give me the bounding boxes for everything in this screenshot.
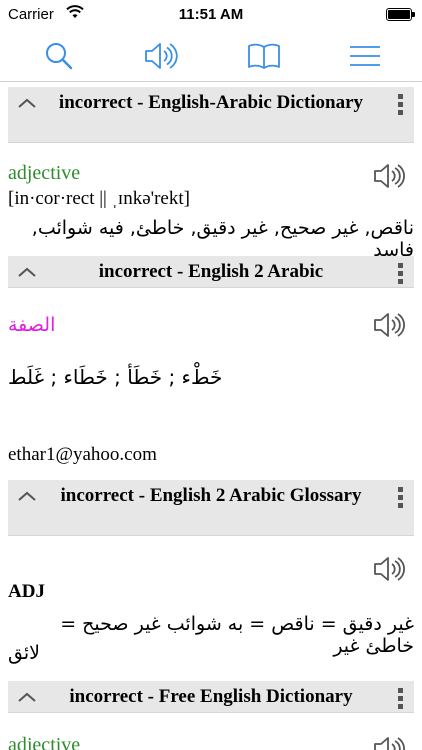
section-title: incorrect - Free English Dictionary <box>69 686 353 707</box>
speaker-icon[interactable] <box>372 735 408 750</box>
menu-button[interactable] <box>341 36 389 76</box>
translation-line-1: غير دقيق = ناقص = به شوائب غير صحيح = خا… <box>60 613 414 657</box>
more-vertical-icon[interactable] <box>394 685 408 711</box>
toolbar <box>0 30 422 82</box>
search-icon <box>46 43 73 70</box>
chevron-up-icon[interactable] <box>14 486 40 506</box>
hamburger-menu-icon <box>350 46 380 66</box>
part-of-speech: adjective <box>8 734 81 750</box>
chevron-up-icon[interactable] <box>14 687 40 707</box>
pronounce-button[interactable] <box>137 36 185 76</box>
more-vertical-icon[interactable] <box>394 260 408 286</box>
speaker-icon[interactable] <box>372 311 408 339</box>
section-title: incorrect - English 2 Arabic Glossary <box>60 485 362 506</box>
dictionaries-button[interactable] <box>240 36 288 76</box>
section-header[interactable]: incorrect - English-Arabic Dictionary <box>8 87 414 143</box>
section-header[interactable]: incorrect - English 2 Arabic <box>8 256 414 288</box>
section-title: incorrect - English-Arabic Dictionary <box>58 92 364 113</box>
translation: خَطْء ; خَطَأ ; خَطَاء ; غَلَط <box>8 365 223 389</box>
contributor-email: ethar1@yahoo.com <box>8 444 157 465</box>
results-list[interactable]: incorrect - English-Arabic Dictionary ad… <box>0 83 422 750</box>
part-of-speech: الصفة <box>8 314 56 336</box>
more-vertical-icon[interactable] <box>394 484 408 510</box>
translation: ناقص, غير صحيح, غير دقيق, خاطئ, فيه شوائ… <box>31 217 414 261</box>
section-title: incorrect - English 2 Arabic <box>98 261 324 282</box>
chevron-up-icon[interactable] <box>14 262 40 282</box>
book-icon <box>248 43 280 69</box>
speaker-icon <box>145 43 178 69</box>
battery-icon <box>386 8 415 21</box>
part-of-speech: adjective <box>8 162 81 184</box>
section-header[interactable]: incorrect - English 2 Arabic Glossary <box>8 480 414 536</box>
speaker-icon[interactable] <box>372 555 408 583</box>
pronunciation: [in·cor·rect || ˌɪnkə'rekt] <box>8 188 190 209</box>
search-button[interactable] <box>35 36 83 76</box>
part-of-speech: ADJ <box>8 581 45 602</box>
chevron-up-icon[interactable] <box>14 93 40 113</box>
translation-line-2: لائق <box>8 642 40 664</box>
status-bar: Carrier 11:51 AM <box>0 0 422 30</box>
section-header[interactable]: incorrect - Free English Dictionary <box>8 681 414 713</box>
clock: 11:51 AM <box>178 6 244 23</box>
more-vertical-icon[interactable] <box>394 91 408 117</box>
speaker-icon[interactable] <box>372 162 408 190</box>
